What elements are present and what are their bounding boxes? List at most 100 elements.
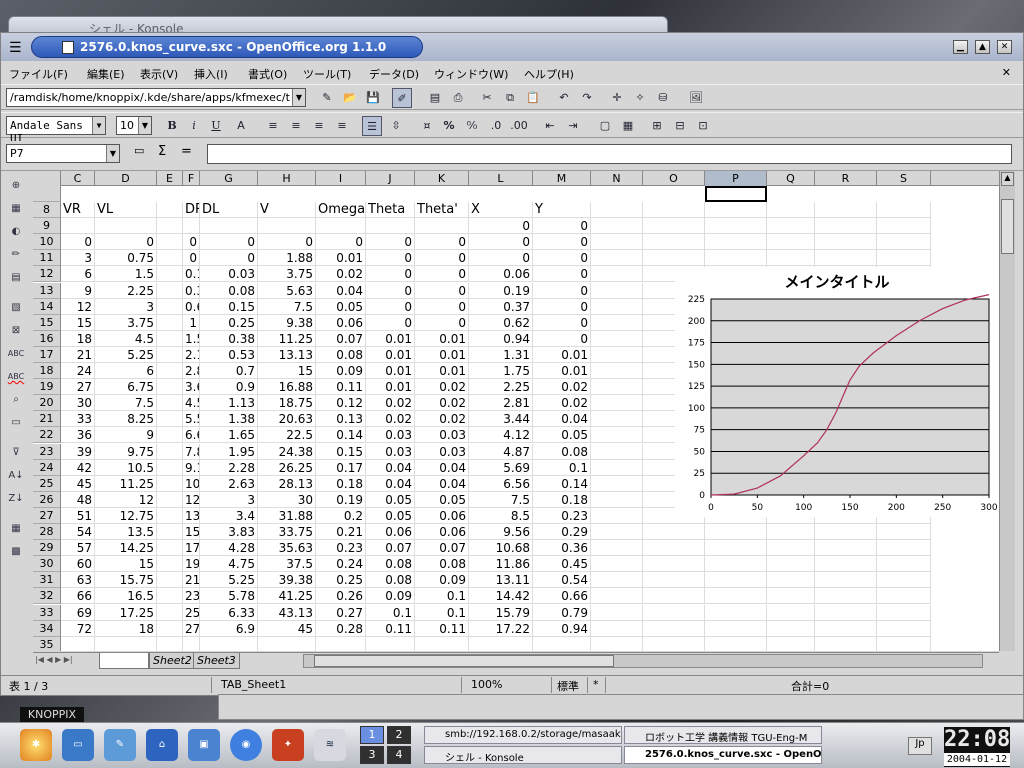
cell[interactable] (469, 636, 533, 651)
row-header[interactable]: 8 (33, 202, 61, 219)
task-konsole[interactable]: シェル - Konsole (424, 746, 622, 764)
bold-icon[interactable]: B (162, 116, 182, 136)
font-dropdown-icon[interactable]: ▼ (92, 117, 105, 134)
justify-icon[interactable]: ≡ (332, 116, 352, 136)
cell[interactable]: 0.05 (366, 507, 415, 524)
sheet-tab-1[interactable] (99, 653, 149, 669)
cell[interactable]: 0.12 (316, 395, 366, 412)
gallery-icon[interactable]: 🖼 (686, 88, 706, 108)
cell[interactable]: 0.19 (469, 282, 533, 299)
cell[interactable] (95, 218, 157, 235)
cell[interactable] (877, 218, 931, 235)
cell[interactable] (767, 202, 815, 219)
cell[interactable]: 24 (61, 363, 95, 380)
close-button[interactable]: ✕ (997, 40, 1012, 54)
cell[interactable] (815, 604, 877, 621)
cell[interactable] (705, 620, 767, 637)
cell[interactable]: 31.88 (258, 507, 316, 524)
cell[interactable]: 0 (366, 266, 415, 283)
cell[interactable]: VR (61, 202, 95, 219)
cell[interactable]: 12 (61, 298, 95, 315)
cell[interactable]: 0.07 (415, 540, 469, 557)
cell[interactable]: 0.02 (415, 395, 469, 412)
column-header[interactable]: L (469, 171, 533, 186)
delete-decimal-icon[interactable]: .00 (509, 116, 529, 136)
cell[interactable]: 28.13 (258, 475, 316, 492)
cell[interactable]: 7.5 (258, 298, 316, 315)
row-header[interactable]: 9 (33, 218, 61, 235)
cell[interactable]: 0.18 (533, 491, 591, 508)
cell[interactable]: 0.03 (366, 427, 415, 444)
cell[interactable]: 15 (95, 556, 157, 573)
number-format-icon[interactable]: ⁰⁄₀ (462, 116, 482, 136)
cell[interactable] (366, 218, 415, 235)
column-header[interactable]: R (815, 171, 877, 186)
cell[interactable] (815, 588, 877, 605)
redo-icon[interactable]: ↷ (577, 88, 597, 108)
task-browser[interactable]: ロボット工学 講義情報 TGU-Eng-M (624, 726, 822, 744)
cell[interactable]: 0.03 (415, 443, 469, 460)
row-header[interactable] (33, 186, 61, 202)
cell[interactable] (61, 218, 95, 235)
percent-icon[interactable]: % (439, 116, 459, 136)
cell[interactable]: 13.13 (258, 346, 316, 363)
cell[interactable]: V (258, 202, 316, 219)
cell[interactable]: Theta (366, 202, 415, 219)
navigator-icon[interactable]: ✛ (607, 88, 627, 108)
cell[interactable]: 0.08 (415, 556, 469, 573)
cell[interactable] (415, 636, 469, 651)
cell[interactable] (415, 218, 469, 235)
cell[interactable]: 0.01 (415, 363, 469, 380)
stylist-icon[interactable]: ✧ (630, 88, 650, 108)
cell[interactable]: 12 (183, 491, 200, 508)
cell[interactable]: 0.08 (316, 346, 366, 363)
cell[interactable]: 0.36 (533, 540, 591, 557)
cell[interactable] (157, 572, 183, 589)
cell[interactable]: 0.45 (533, 556, 591, 573)
cell[interactable]: 0.08 (533, 443, 591, 460)
cell[interactable]: 19 (183, 556, 200, 573)
cell[interactable]: 1.5 (183, 330, 200, 347)
cell[interactable]: 0 (469, 218, 533, 235)
cell[interactable] (258, 636, 316, 651)
cell[interactable]: 0 (258, 234, 316, 251)
cell[interactable]: 66 (61, 588, 95, 605)
column-header[interactable]: H (258, 171, 316, 186)
sheet-nav-icons[interactable]: |◀ ◀ ▶ ▶| (35, 655, 73, 664)
cell[interactable]: 0 (415, 282, 469, 299)
cell[interactable] (591, 572, 643, 589)
cell[interactable] (767, 250, 815, 267)
cell[interactable]: 3.4 (200, 507, 258, 524)
cell[interactable]: 30 (61, 395, 95, 412)
row-header[interactable]: 10 (33, 234, 61, 251)
spellcheck-icon[interactable]: ABC (7, 345, 25, 363)
cell[interactable]: 0 (366, 298, 415, 315)
cell[interactable] (767, 572, 815, 589)
cell[interactable]: 0 (316, 234, 366, 251)
cell[interactable] (877, 604, 931, 621)
editor-icon[interactable]: ✎ (104, 729, 136, 761)
cell[interactable]: 4.12 (469, 427, 533, 444)
window-titlebar[interactable]: ☰ 2576.0.knos_curve.sxc - OpenOffice.org… (1, 33, 1023, 61)
cell[interactable] (815, 572, 877, 589)
cell[interactable]: 27.6 (183, 620, 200, 637)
cell[interactable]: 0.01 (366, 363, 415, 380)
cell[interactable] (316, 218, 366, 235)
cell[interactable] (316, 636, 366, 651)
cell[interactable] (157, 395, 183, 412)
cell[interactable] (591, 604, 643, 621)
row-header[interactable]: 30 (33, 556, 61, 573)
cell[interactable]: Theta' (415, 202, 469, 219)
cell[interactable]: 0 (469, 250, 533, 267)
cell[interactable] (591, 491, 643, 508)
font-color-icon[interactable]: A (231, 116, 251, 136)
cell[interactable]: 0.62 (469, 314, 533, 331)
cell[interactable] (705, 636, 767, 651)
row-header[interactable]: 15 (33, 314, 61, 331)
cell[interactable]: 11.25 (258, 330, 316, 347)
sum-icon[interactable]: Σ (158, 144, 166, 159)
cell[interactable]: 45 (258, 620, 316, 637)
cell[interactable] (767, 524, 815, 541)
cell[interactable]: 0.09 (415, 572, 469, 589)
align-left-icon[interactable]: ≡ (263, 116, 283, 136)
